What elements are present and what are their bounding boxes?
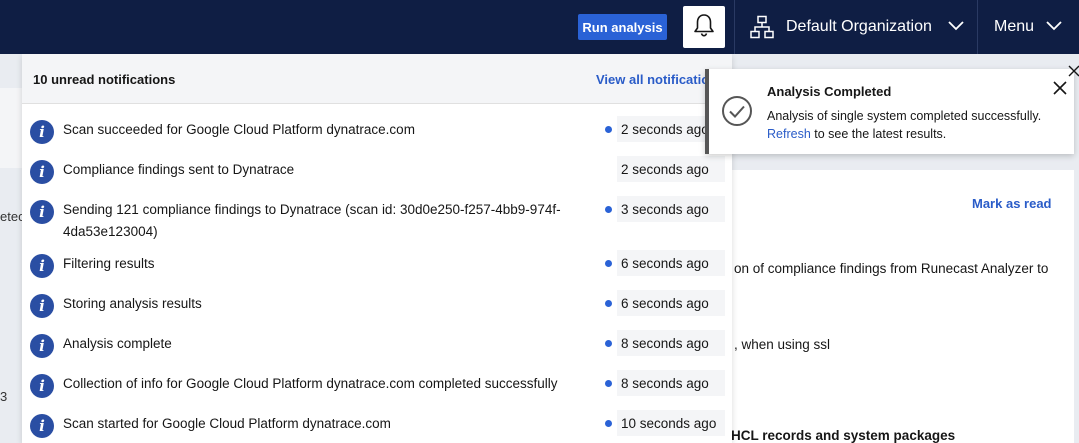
- notification-item[interactable]: i Scan succeeded for Google Cloud Platfo…: [22, 116, 732, 144]
- notification-time: 3 seconds ago: [617, 196, 725, 222]
- notification-time: 10 seconds ago: [617, 410, 725, 436]
- notification-item[interactable]: i Filtering results 6 seconds ago: [22, 250, 732, 278]
- notification-message: Collection of info for Google Cloud Plat…: [63, 376, 558, 391]
- notification-message: Storing analysis results: [63, 296, 202, 311]
- info-icon: i: [30, 254, 54, 278]
- info-icon: i: [30, 200, 54, 224]
- notifications-panel: 10 unread notifications View all notific…: [22, 54, 732, 443]
- chevron-down-icon: [1046, 18, 1062, 36]
- close-icon[interactable]: [1067, 64, 1079, 78]
- notification-time: 8 seconds ago: [617, 370, 725, 396]
- toast-message: Analysis of single system completed succ…: [767, 107, 1057, 143]
- toast-close-button[interactable]: [1050, 78, 1070, 98]
- run-analysis-button[interactable]: Run analysis: [578, 14, 667, 40]
- notification-item[interactable]: i Storing analysis results 6 seconds ago: [22, 290, 732, 318]
- notification-time: 6 seconds ago: [617, 250, 725, 276]
- header-divider: [734, 0, 735, 54]
- info-icon: i: [30, 160, 54, 184]
- background-text-fragment: etec: [0, 209, 25, 224]
- unread-indicator: [605, 126, 612, 133]
- notifications-header: 10 unread notifications View all notific…: [22, 54, 732, 104]
- notification-time: 6 seconds ago: [617, 290, 725, 316]
- close-icon: [1053, 81, 1067, 95]
- background-text: HCL records and system packages: [731, 428, 956, 443]
- notification-message: Filtering results: [63, 256, 155, 271]
- info-icon: i: [30, 374, 54, 398]
- mark-as-read-link[interactable]: Mark as read: [972, 196, 1052, 211]
- notification-message: Scan started for Google Cloud Platform d…: [63, 416, 391, 431]
- notifications-button[interactable]: [683, 6, 725, 48]
- unread-indicator: [605, 300, 612, 307]
- organization-switcher[interactable]: Default Organization: [750, 0, 964, 54]
- refresh-link[interactable]: Refresh: [767, 127, 811, 141]
- notification-item[interactable]: i Analysis complete 8 seconds ago: [22, 330, 732, 358]
- info-icon: i: [30, 120, 54, 144]
- hierarchy-icon: [750, 15, 774, 39]
- analysis-completed-toast: Analysis Completed Analysis of single sy…: [705, 69, 1074, 154]
- background-text-fragment: 3: [0, 389, 8, 404]
- unread-indicator: [605, 340, 612, 347]
- notification-message: Sending 121 compliance findings to Dynat…: [63, 202, 561, 239]
- unread-indicator: [605, 260, 612, 267]
- background-text: , when using ssl: [734, 337, 831, 352]
- notification-item[interactable]: i Scan started for Google Cloud Platform…: [22, 410, 732, 438]
- organization-name: Default Organization: [786, 18, 932, 35]
- notification-message: Scan succeeded for Google Cloud Platform…: [63, 122, 415, 137]
- background-panel-edge: [0, 88, 22, 168]
- notification-item[interactable]: i Compliance findings sent to Dynatrace …: [22, 156, 732, 184]
- unread-indicator: [605, 380, 612, 387]
- toast-title: Analysis Completed: [767, 84, 892, 99]
- info-icon: i: [30, 414, 54, 438]
- notification-time: 8 seconds ago: [617, 330, 725, 356]
- notification-item[interactable]: i Collection of info for Google Cloud Pl…: [22, 370, 732, 398]
- menu-label: Menu: [994, 18, 1035, 35]
- toast-message-line: to see the latest results.: [810, 127, 947, 141]
- notification-item[interactable]: i Sending 121 compliance findings to Dyn…: [22, 196, 732, 244]
- main-menu-button[interactable]: Menu: [994, 0, 1062, 54]
- unread-indicator: [605, 420, 612, 427]
- toast-message-line: Analysis of single system completed succ…: [767, 109, 1042, 123]
- background-text: on of compliance findings from Runecast …: [734, 261, 1049, 276]
- header-divider: [977, 0, 978, 54]
- notifications-count-title: 10 unread notifications: [33, 72, 176, 87]
- top-navigation-bar: Run analysis Default Organization Menu: [0, 0, 1079, 54]
- checkmark-circle-icon: [721, 95, 753, 132]
- info-icon: i: [30, 294, 54, 318]
- chevron-down-icon: [948, 18, 964, 36]
- info-icon: i: [30, 334, 54, 358]
- notification-time: 2 seconds ago: [617, 156, 725, 182]
- unread-indicator: [605, 206, 612, 213]
- notification-message: Compliance findings sent to Dynatrace: [63, 162, 295, 177]
- bell-icon: [692, 12, 716, 43]
- notification-message: Analysis complete: [63, 336, 172, 351]
